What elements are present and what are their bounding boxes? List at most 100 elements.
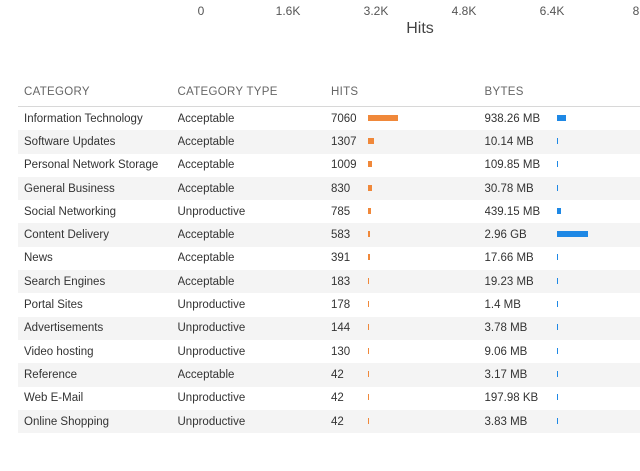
- hits-bar: [368, 301, 369, 308]
- hits-bar-track: [368, 161, 448, 169]
- hits-bar: [368, 114, 398, 121]
- hits-value: 7060: [331, 112, 357, 125]
- header-category-type[interactable]: CATEGORY TYPE: [178, 86, 332, 98]
- cell-category-type: Unproductive: [177, 392, 246, 405]
- cell-category-type: Acceptable: [177, 368, 235, 381]
- bytes-value: 3.83 MB: [484, 415, 528, 428]
- cell-bytes: 3.78 MB: [485, 322, 640, 334]
- table-row[interactable]: Content Delivery Acceptable 583 2.96 GB: [18, 223, 640, 247]
- cell-category: Reference: [24, 368, 78, 381]
- axis-tick: 1.6K: [275, 4, 301, 18]
- cell-hits: 178: [331, 299, 485, 311]
- table-body: Information Technology Acceptable 7060 938.…: [18, 107, 640, 434]
- cell-bytes: 938.26 MB: [485, 113, 640, 125]
- header-hits[interactable]: HITS: [331, 86, 485, 98]
- bytes-bar: [556, 184, 558, 191]
- bytes-bar: [556, 277, 558, 284]
- axis-tick: 0: [197, 4, 205, 18]
- hits-value: 391: [331, 252, 351, 265]
- cell-category-type: Unproductive: [177, 345, 246, 358]
- table-row[interactable]: General Business Acceptable 830 30.78 MB: [18, 176, 640, 201]
- hits-value: 830: [331, 182, 351, 195]
- cell-bytes: 9.06 MB: [485, 346, 640, 358]
- hits-value: 130: [331, 345, 351, 358]
- bytes-bar-track: [556, 277, 637, 286]
- table-row[interactable]: Information Technology Acceptable 7060 938.…: [18, 107, 640, 130]
- cell-hits: 130: [331, 346, 485, 358]
- table-row[interactable]: Web E-Mail Unproductive 42 197.98 KB: [18, 387, 640, 410]
- table-row[interactable]: Portal Sites Unproductive 178 1.4 MB: [18, 293, 640, 316]
- bytes-bar-track: [556, 324, 637, 332]
- table-row[interactable]: News Acceptable 391 17.66 MB: [18, 247, 640, 270]
- hits-bar-track: [368, 114, 448, 123]
- hits-value: 178: [331, 299, 351, 312]
- table-row[interactable]: Online Shopping Unproductive 42 3.83 MB: [18, 409, 640, 434]
- bytes-bar-track: [556, 231, 637, 239]
- bytes-bar-track: [556, 254, 637, 262]
- cell-bytes: 10.14 MB: [485, 136, 640, 148]
- hits-value: 183: [331, 275, 351, 288]
- cell-category: Software Updates: [24, 135, 116, 148]
- bytes-value: 2.96 GB: [484, 229, 527, 242]
- table-row[interactable]: Software Updates Acceptable 1307 10.14 MB: [18, 130, 640, 154]
- hits-bar-track: [368, 137, 448, 146]
- table-row[interactable]: Advertisements Unproductive 144 3.78 MB: [18, 316, 640, 340]
- cell-hits: 391: [331, 252, 485, 264]
- header-bytes[interactable]: BYTES: [485, 86, 640, 98]
- table-row[interactable]: Social Networking Unproductive 785 439.15 M…: [18, 200, 640, 223]
- bytes-bar: [556, 254, 558, 261]
- table-row[interactable]: Personal Network Storage Acceptable 1009 10…: [18, 154, 640, 177]
- hits-value: 785: [331, 205, 351, 218]
- cell-bytes: 3.17 MB: [485, 369, 640, 381]
- table-row[interactable]: Reference Acceptable 42 3.17 MB: [18, 363, 640, 387]
- hits-bar: [368, 184, 372, 191]
- hits-bar: [368, 137, 374, 144]
- cell-bytes: 439.15 MB: [485, 206, 640, 218]
- bytes-value: 3.17 MB: [484, 368, 528, 381]
- bytes-value: 10.14 MB: [484, 135, 534, 148]
- cell-category: Content Delivery: [24, 229, 110, 242]
- cell-category-type: Acceptable: [177, 182, 235, 195]
- bytes-bar-track: [556, 184, 637, 193]
- cell-category: Web E-Mail: [24, 392, 84, 405]
- hits-value: 42: [331, 415, 344, 428]
- bytes-bar-track: [556, 301, 637, 309]
- bytes-value: 17.66 MB: [484, 252, 534, 265]
- hits-bar-track: [368, 394, 448, 402]
- bytes-bar: [556, 417, 558, 424]
- hits-value: 1009: [331, 159, 357, 172]
- hits-bar-track: [368, 184, 448, 193]
- hits-bar-track: [368, 301, 448, 309]
- bytes-bar-track: [556, 394, 637, 402]
- cell-hits: 183: [331, 276, 485, 288]
- hits-bar: [368, 370, 369, 377]
- cell-hits: 1307: [331, 136, 485, 148]
- bytes-bar: [556, 231, 588, 238]
- cell-category: General Business: [24, 182, 115, 195]
- table-row[interactable]: Video hosting Unproductive 130 9.06 MB: [18, 340, 640, 363]
- cell-category-type: Acceptable: [177, 229, 235, 242]
- cell-bytes: 19.23 MB: [485, 276, 640, 288]
- bytes-value: 3.78 MB: [484, 322, 528, 335]
- bytes-value: 938.26 MB: [484, 112, 541, 125]
- cell-category-type: Acceptable: [177, 112, 235, 125]
- cell-category: Social Networking: [24, 205, 117, 218]
- bytes-bar-track: [556, 417, 637, 426]
- hits-bar: [368, 231, 370, 238]
- table-row[interactable]: Search Engines Acceptable 183 19.23 MB: [18, 270, 640, 294]
- cell-hits: 785: [331, 206, 485, 218]
- cell-hits: 1009: [331, 159, 485, 171]
- axis-title: Hits: [406, 20, 434, 37]
- cell-category: Portal Sites: [24, 299, 83, 312]
- cell-bytes: 2.96 GB: [485, 229, 640, 241]
- category-table: CATEGORY CATEGORY TYPE HITS BYTES Inform…: [18, 78, 640, 434]
- header-category[interactable]: CATEGORY: [18, 86, 178, 98]
- cell-category-type: Acceptable: [177, 275, 235, 288]
- cell-category: Video hosting: [24, 345, 94, 358]
- bytes-bar: [556, 347, 558, 354]
- axis-tick: 4.8K: [451, 4, 477, 18]
- cell-hits: 42: [331, 392, 485, 404]
- bytes-value: 109.85 MB: [484, 159, 541, 172]
- cell-category-type: Acceptable: [177, 252, 235, 265]
- cell-category-type: Unproductive: [177, 322, 246, 335]
